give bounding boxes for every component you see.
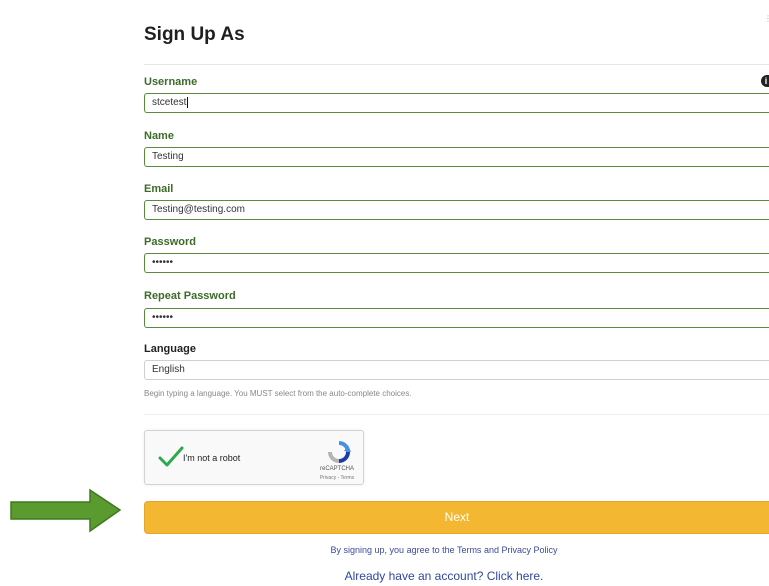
language-label: Language <box>144 343 196 355</box>
email-label: Email <box>144 183 174 195</box>
repeat-password-label: Repeat Password <box>144 290 236 302</box>
username-label: Username <box>144 76 198 88</box>
next-button[interactable]: Next <box>144 501 769 534</box>
arrow-right-icon <box>10 488 122 533</box>
email-value: Testing@testing.com <box>152 204 245 215</box>
language-help-text: Begin typing a language. You MUST select… <box>144 389 412 398</box>
captcha-brand: reCAPTCHA <box>319 466 354 472</box>
text-caret <box>187 96 189 108</box>
checkmark-icon[interactable] <box>158 445 184 469</box>
terms-link[interactable]: By signing up, you agree to the Terms an… <box>144 545 744 555</box>
captcha-label: I'm not a robot <box>183 453 241 463</box>
username-field[interactable]: stcetest <box>144 93 769 113</box>
login-link[interactable]: Already have an account? Click here. <box>144 569 744 583</box>
repeat-password-field[interactable]: •••••• <box>144 308 769 328</box>
password-value: •••••• <box>152 257 174 268</box>
recaptcha-logo-icon <box>328 441 351 463</box>
page-title: Sign Up As <box>144 24 245 45</box>
password-label: Password <box>144 236 196 248</box>
captcha-links[interactable]: Privacy - Terms <box>307 475 367 481</box>
section-divider <box>144 414 769 415</box>
username-value: stcetest <box>152 97 187 108</box>
language-field[interactable]: English <box>144 360 769 380</box>
recaptcha-widget[interactable]: I'm not a robot reCAPTCHA Privacy - Term… <box>144 430 364 485</box>
language-value: English <box>152 364 185 375</box>
repeat-password-value: •••••• <box>152 312 174 323</box>
title-divider <box>144 64 769 65</box>
email-field[interactable]: Testing@testing.com <box>144 200 769 220</box>
info-icon[interactable]: i <box>761 75 769 87</box>
password-field[interactable]: •••••• <box>144 253 769 273</box>
name-value: Testing <box>152 151 184 162</box>
name-field[interactable]: Testing <box>144 147 769 167</box>
name-label: Name <box>144 130 174 142</box>
edge-marker: ⋮ <box>764 14 769 23</box>
